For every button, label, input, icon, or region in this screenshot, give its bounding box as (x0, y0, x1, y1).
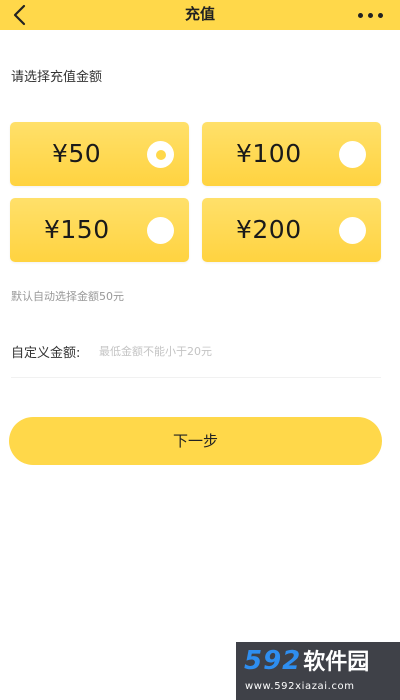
recharge-screen: 充值 请选择充值金额 ¥50 ¥100 ¥150 ¥200 默认自动选择金额50… (0, 0, 400, 700)
radio-unselected-icon[interactable] (339, 217, 366, 244)
amount-option-200[interactable]: ¥200 (202, 198, 381, 262)
amount-option-label: ¥50 (52, 139, 102, 168)
amount-option-label: ¥200 (236, 215, 302, 244)
amount-section-label: 请选择充值金额 (11, 70, 103, 85)
amount-option-50[interactable]: ¥50 (10, 122, 189, 186)
custom-amount-label: 自定义金额: (11, 346, 81, 361)
custom-amount-row: 自定义金额: (11, 340, 381, 364)
more-button[interactable] (350, 4, 390, 26)
watermark-brand: 592软件园 (244, 646, 369, 676)
custom-amount-input[interactable] (99, 340, 369, 362)
amount-option-label: ¥100 (236, 139, 302, 168)
divider (11, 377, 381, 378)
watermark-name: 软件园 (303, 650, 370, 675)
watermark-logo: 592软件园 www.592xiazai.com (236, 642, 400, 700)
page-title: 充值 (184, 5, 215, 23)
radio-selected-icon[interactable] (147, 141, 174, 168)
default-amount-hint: 默认自动选择金额50元 (11, 290, 124, 303)
amount-option-100[interactable]: ¥100 (202, 122, 381, 186)
watermark-url: www.592xiazai.com (245, 681, 355, 692)
amount-option-150[interactable]: ¥150 (10, 198, 189, 262)
header-bar: 充值 (0, 0, 400, 30)
amount-option-label: ¥150 (44, 215, 110, 244)
radio-unselected-icon[interactable] (147, 217, 174, 244)
watermark-number: 592 (244, 646, 302, 676)
more-dots-icon (357, 12, 363, 18)
more-dots-icon (377, 12, 383, 18)
radio-unselected-icon[interactable] (339, 141, 366, 168)
next-button[interactable]: 下一步 (9, 417, 382, 465)
more-dots-icon (367, 12, 373, 18)
